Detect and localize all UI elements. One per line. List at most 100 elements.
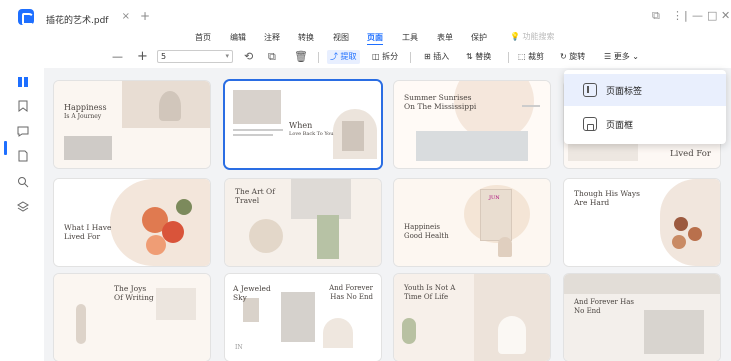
menu-annotate[interactable]: 注释 xyxy=(264,32,280,43)
more-label: 更多 xyxy=(613,52,630,61)
page-number-input[interactable]: 5 ▾ xyxy=(157,50,233,63)
feature-search-label: 功能搜索 xyxy=(522,32,555,41)
app-logo-icon xyxy=(18,9,34,25)
page-photo xyxy=(281,292,315,342)
text-line xyxy=(233,134,273,136)
page-thumbnail[interactable]: The Art Of Travel xyxy=(225,179,381,266)
page-number-value: 5 xyxy=(161,52,167,61)
title-divider: | xyxy=(684,9,688,22)
page-thumbnail[interactable]: A Jeweled Sky IN And Forever Has No End xyxy=(225,274,381,361)
toolbar-divider xyxy=(508,52,509,63)
extract-button[interactable]: ⤴ 提取 xyxy=(327,50,360,64)
menu-item-page-frame[interactable]: 页面框 xyxy=(564,108,726,140)
menu-home[interactable]: 首页 xyxy=(195,32,211,43)
page-thumbnail[interactable]: Though His Ways Are Hard xyxy=(564,179,720,266)
insert-button[interactable]: ⊞ 插入 xyxy=(424,50,449,64)
maximize-icon[interactable]: □ xyxy=(707,10,717,22)
page-photo xyxy=(233,90,281,124)
insert-label: 插入 xyxy=(433,52,450,61)
menu-item-label: 页面标签 xyxy=(606,87,643,97)
page-photo xyxy=(249,219,283,253)
page-insert-icon[interactable]: ⧉ xyxy=(268,50,276,64)
vase-shape xyxy=(76,304,86,344)
bulb-icon: 💡 xyxy=(510,32,523,41)
comment-icon[interactable] xyxy=(17,125,29,137)
page-label-icon xyxy=(583,83,597,97)
minimize-icon[interactable]: — xyxy=(692,10,703,22)
page-thumbnail[interactable]: What I Have Lived For xyxy=(54,179,210,266)
crop-label: 裁剪 xyxy=(528,52,545,61)
flower-shape xyxy=(162,221,184,243)
extract-icon: ⤴ xyxy=(330,52,341,61)
menu-protect[interactable]: 保护 xyxy=(471,32,487,43)
crop-button[interactable]: ⬚ 裁剪 xyxy=(518,50,544,64)
page-thumbnail[interactable]: The Joys Of Writing xyxy=(54,274,210,361)
page-thumbnail[interactable]: Summer Sunrises On The Mississippi xyxy=(394,81,550,168)
page-photo xyxy=(416,131,528,161)
page-thumbnail-selected[interactable]: When Love Back To You xyxy=(225,81,381,168)
page-thumbnail[interactable]: Happiness Is A Journey xyxy=(54,81,210,168)
document-tab[interactable]: 插花的艺术.pdf × xyxy=(40,5,136,30)
page-title: Youth Is Not A Time Of Life xyxy=(404,284,456,301)
main-menu: 首页 编辑 注释 转换 视图 页面 工具 表单 保护 💡 功能搜索 xyxy=(0,30,731,46)
page-title: Happiness xyxy=(64,103,107,112)
plant-shape xyxy=(317,215,339,259)
attachment-icon[interactable] xyxy=(17,150,29,162)
menu-convert[interactable]: 转换 xyxy=(298,32,314,43)
page-tag: IN xyxy=(235,344,243,351)
rotate-icon: ↻ xyxy=(560,52,570,61)
arch-shape xyxy=(323,318,353,348)
search-icon[interactable] xyxy=(17,176,29,188)
fruit-shape xyxy=(672,235,686,249)
bookmark-icon[interactable] xyxy=(17,100,29,112)
rotate-button[interactable]: ↻ 旋转 xyxy=(560,50,585,64)
fruit-shape xyxy=(674,217,688,231)
text-line xyxy=(522,105,540,107)
page-title: Though His Ways Are Hard xyxy=(574,189,640,208)
split-button[interactable]: ◫ 拆分 xyxy=(372,50,398,64)
menu-tools[interactable]: 工具 xyxy=(402,32,418,43)
delete-page-icon[interactable]: 🗑 xyxy=(294,50,308,64)
page-thumbnail-grid: Happiness Is A Journey When Love Back To… xyxy=(44,68,731,361)
menu-page[interactable]: 页面 xyxy=(367,32,383,43)
thumbnails-icon[interactable] xyxy=(17,76,29,88)
replace-label: 替换 xyxy=(475,52,492,61)
zoom-in-icon[interactable]: + xyxy=(137,50,148,64)
menu-view[interactable]: 视图 xyxy=(333,32,349,43)
page-thumbnail[interactable]: And Forever Has No End xyxy=(564,274,720,361)
title-bar: 插花的艺术.pdf × + ⧉ ⋮ | — □ ✕ xyxy=(0,0,731,30)
page-title: Summer Sunrises On The Mississippi xyxy=(404,93,477,112)
page-subtitle: Love Back To You xyxy=(289,131,334,137)
new-tab-icon[interactable]: + xyxy=(140,10,150,22)
tab-title: 插花的艺术.pdf xyxy=(46,16,109,26)
split-label: 拆分 xyxy=(382,52,399,61)
insert-icon: ⊞ xyxy=(424,52,434,61)
plant-shape xyxy=(402,318,416,344)
crop-icon: ⬚ xyxy=(518,52,529,61)
tab-close-icon[interactable]: × xyxy=(122,11,130,22)
zoom-out-icon[interactable]: — xyxy=(112,50,123,64)
chevron-down-icon[interactable]: ▾ xyxy=(225,51,229,62)
page-title: And Forever Has No End xyxy=(329,284,373,301)
menu-kebab-icon[interactable]: ⋮ xyxy=(672,10,683,22)
rotate-left-icon[interactable]: ⟲ xyxy=(244,50,253,64)
feature-search[interactable]: 💡 功能搜索 xyxy=(510,31,555,42)
menu-item-page-label[interactable]: 页面标签 xyxy=(564,74,726,106)
restore-icon[interactable]: ⧉ xyxy=(652,10,660,22)
more-icon: ☰ xyxy=(604,52,614,61)
text-line xyxy=(233,129,283,131)
replace-button[interactable]: ⇅ 替换 xyxy=(466,50,491,64)
page-title: When xyxy=(289,121,313,130)
rotate-label: 旋转 xyxy=(569,52,586,61)
page-photo xyxy=(64,136,112,160)
menu-edit[interactable]: 编辑 xyxy=(230,32,246,43)
more-dropdown-menu: 页面标签 页面框 xyxy=(564,70,726,144)
vase-shape xyxy=(159,91,181,121)
page-thumbnail[interactable]: Youth Is Not A Time Of Life xyxy=(394,274,550,361)
close-window-icon[interactable]: ✕ xyxy=(721,10,730,22)
page-thumbnail[interactable]: JUN Happineis Good Health xyxy=(394,179,550,266)
menu-forms[interactable]: 表单 xyxy=(437,32,453,43)
more-button[interactable]: ☰ 更多 ⌄ xyxy=(604,50,639,64)
page-title: What I Have Lived For xyxy=(64,223,112,242)
layers-icon[interactable] xyxy=(17,201,29,213)
